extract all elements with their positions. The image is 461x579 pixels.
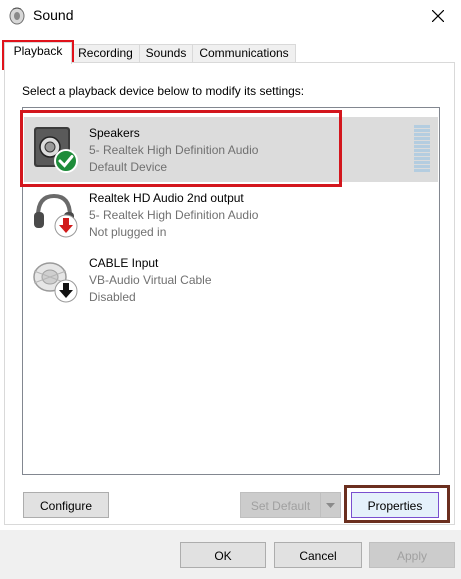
device-name-realtek-2nd: Realtek HD Audio 2nd output — [89, 191, 244, 205]
instruction-text: Select a playback device below to modify… — [22, 84, 305, 98]
device-list[interactable]: Speakers 5- Realtek High Definition Audi… — [22, 107, 440, 475]
tab-communications[interactable]: Communications — [192, 44, 296, 63]
tab-playback-label: Playback — [13, 44, 63, 58]
volume-level-meter — [414, 125, 430, 173]
window-title: Sound — [33, 7, 74, 23]
configure-button[interactable]: Configure — [23, 492, 109, 518]
tab-sounds[interactable]: Sounds — [139, 44, 193, 63]
speaker-icon — [34, 127, 78, 173]
tab-playback[interactable]: Playback — [4, 42, 72, 64]
device-row-cable-input[interactable]: CABLE Input VB-Audio Virtual Cable Disab… — [24, 247, 438, 312]
close-button[interactable] — [415, 0, 461, 32]
apply-button[interactable]: Apply — [369, 542, 455, 568]
ok-button[interactable]: OK — [180, 542, 266, 568]
chevron-down-icon — [326, 502, 335, 508]
headphones-icon — [34, 193, 78, 238]
device-name-cable-input: CABLE Input — [89, 256, 159, 270]
check-badge-icon — [54, 149, 78, 173]
red-down-arrow-icon — [54, 214, 78, 238]
black-down-arrow-icon — [54, 279, 78, 303]
device-status-speakers: Default Device — [89, 160, 168, 174]
tab-communications-label: Communications — [199, 46, 289, 60]
cancel-button[interactable]: Cancel — [274, 542, 362, 568]
tab-recording[interactable]: Recording — [71, 44, 140, 63]
tab-sounds-label: Sounds — [145, 46, 187, 60]
device-row-speakers[interactable]: Speakers 5- Realtek High Definition Audi… — [24, 117, 438, 182]
close-icon — [432, 10, 444, 22]
device-row-realtek-2nd[interactable]: Realtek HD Audio 2nd output 5- Realtek H… — [24, 182, 438, 247]
speaker-cable-icon — [33, 262, 78, 303]
set-default-dropdown[interactable] — [320, 492, 341, 518]
speaker-sound-icon — [9, 7, 25, 25]
title-bar: Sound — [0, 0, 461, 32]
set-default-button[interactable]: Set Default — [240, 492, 321, 518]
device-status-realtek-2nd: Not plugged in — [89, 225, 167, 239]
device-driver-speakers: 5- Realtek High Definition Audio — [89, 143, 259, 157]
device-driver-realtek-2nd: 5- Realtek High Definition Audio — [89, 208, 259, 222]
device-status-cable-input: Disabled — [89, 290, 136, 304]
tab-recording-label: Recording — [78, 46, 133, 60]
device-driver-cable-input: VB-Audio Virtual Cable — [89, 273, 212, 287]
device-name-speakers: Speakers — [89, 126, 140, 140]
properties-button[interactable]: Properties — [351, 492, 439, 518]
